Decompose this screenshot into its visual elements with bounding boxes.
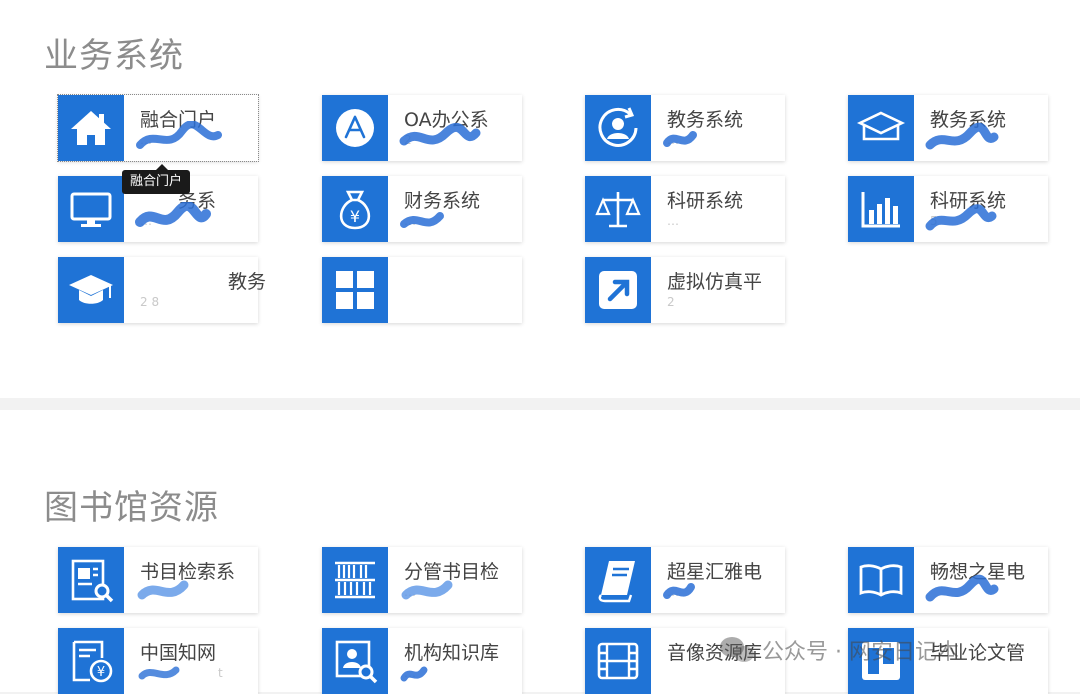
bookshelf-icon bbox=[322, 547, 388, 613]
watermark-text: 公众号 · 网安日记本 bbox=[762, 640, 959, 665]
open-book-icon bbox=[848, 547, 914, 613]
tile-label: 融合门户 bbox=[140, 109, 217, 131]
user-refresh-icon bbox=[585, 95, 651, 161]
tile-label: 畅想之星电 bbox=[930, 561, 1026, 583]
profile-search-icon bbox=[322, 628, 388, 694]
tile-label: 机构知识库 bbox=[404, 642, 500, 664]
monitor-icon bbox=[58, 176, 124, 242]
tile-sub: … bbox=[667, 585, 679, 599]
invoice-icon: ¥ bbox=[58, 628, 124, 694]
tile-graduate[interactable]: 教务 2 8 bbox=[58, 257, 266, 323]
tile-label: 虚拟仿真平 bbox=[667, 271, 763, 293]
bar-chart-icon bbox=[848, 176, 914, 242]
book-icon bbox=[585, 547, 651, 613]
tile-sub: … bbox=[404, 214, 416, 228]
section-title-business: 业务系统 bbox=[44, 36, 184, 76]
mortarboard-icon bbox=[58, 257, 124, 323]
tile-academic-2[interactable]: 教务系统 bbox=[848, 95, 1048, 161]
external-link-icon bbox=[585, 257, 651, 323]
tile-sub: … bbox=[140, 133, 152, 147]
tile-label: 教务系统 bbox=[667, 109, 744, 131]
tile-sub: … bbox=[140, 214, 152, 228]
windows-icon bbox=[322, 257, 388, 323]
tile-sub: t bbox=[218, 666, 223, 680]
svg-text:¥: ¥ bbox=[97, 665, 105, 680]
tile-sub: … bbox=[667, 133, 679, 147]
film-icon bbox=[585, 628, 651, 694]
graduation-box-icon bbox=[848, 95, 914, 161]
tooltip-portal: 融合门户 bbox=[122, 164, 191, 194]
tile-label: 教务系统 bbox=[930, 109, 1007, 131]
svg-text:¥: ¥ bbox=[350, 207, 360, 226]
tile-chaoxing[interactable]: 超星汇雅电 … bbox=[585, 547, 785, 613]
business-systems-panel: 业务系统 融合门户 … OA办公系 2 教务系统 … 教务系统 务系 … ¥ 财… bbox=[0, 0, 1080, 398]
tile-portal[interactable]: 融合门户 … bbox=[57, 94, 259, 162]
tile-sub: … bbox=[404, 585, 416, 599]
tile-label: 务系 bbox=[178, 190, 217, 212]
tile-finance[interactable]: ¥ 财务系统 … bbox=[322, 176, 522, 242]
tile-cnki[interactable]: ¥ 中国知网 t bbox=[58, 628, 258, 694]
tile-changxiang[interactable]: 畅想之星电 bbox=[848, 547, 1048, 613]
tile-label: 财务系统 bbox=[404, 190, 481, 212]
tile-institution-repo[interactable]: 机构知识库 … bbox=[322, 628, 522, 694]
tile-virtual-sim[interactable]: 虚拟仿真平 2 bbox=[585, 257, 785, 323]
catalog-search-icon bbox=[58, 547, 124, 613]
tile-sub: 2 bbox=[667, 295, 675, 309]
tile-label: OA办公系 bbox=[404, 109, 489, 131]
tile-academic-1[interactable]: 教务系统 … bbox=[585, 95, 785, 161]
tile-label: 中国知网 bbox=[140, 642, 217, 664]
tile-sub: 2 bbox=[404, 133, 412, 147]
tile-oa[interactable]: OA办公系 2 bbox=[322, 95, 522, 161]
tile-label: 超星汇雅电 bbox=[667, 561, 763, 583]
tile-research-2[interactable]: 科研系统 5 bbox=[848, 176, 1048, 242]
tile-windows[interactable] bbox=[322, 257, 522, 323]
wechat-watermark: 公众号 · 网安日记本 bbox=[718, 632, 959, 668]
wechat-icon bbox=[720, 637, 754, 662]
tile-catalog-search[interactable]: 书目检索系 bbox=[58, 547, 258, 613]
tile-sub: 5 bbox=[930, 214, 938, 228]
tile-branch-catalog[interactable]: 分管书目检 … bbox=[322, 547, 522, 613]
tile-sub: 2 8 bbox=[140, 295, 160, 309]
tile-label: 科研系统 bbox=[930, 190, 1007, 212]
tile-label: 分管书目检 bbox=[404, 561, 500, 583]
tile-label: 书目检索系 bbox=[140, 561, 236, 583]
section-title-library: 图书馆资源 bbox=[44, 488, 219, 528]
tile-sub: … bbox=[667, 214, 679, 228]
scale-icon bbox=[585, 176, 651, 242]
tile-label: 科研系统 bbox=[667, 190, 744, 212]
money-bag-icon: ¥ bbox=[322, 176, 388, 242]
tile-research-1[interactable]: 科研系统 … bbox=[585, 176, 785, 242]
app-store-icon bbox=[322, 95, 388, 161]
home-icon bbox=[58, 95, 124, 161]
tile-sub: … bbox=[404, 666, 416, 680]
